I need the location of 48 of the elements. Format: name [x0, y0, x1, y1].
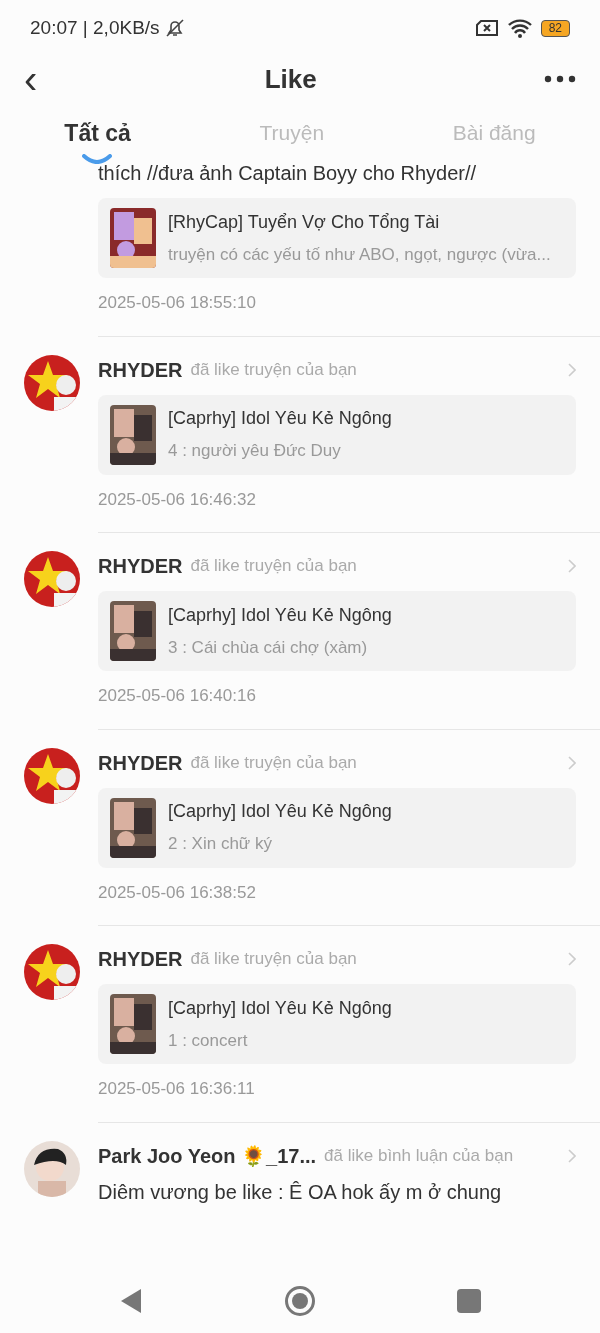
story-subtitle: 4 : người yêu Đức Duy — [168, 440, 342, 463]
status-time: 20:07 | 2,0KB/s — [30, 15, 160, 40]
tab-indicator — [82, 154, 113, 165]
comment-text: thích //đưa ảnh Captain Boyy cho Rhyder// — [98, 161, 478, 186]
back-button[interactable]: ‹ — [24, 59, 38, 99]
sim-icon — [474, 19, 499, 37]
story-title: [RhyCap] Tuyển Vợ Cho Tổng Tài — [168, 210, 441, 234]
story-card[interactable]: [Caprhy] Idol Yêu Kẻ Ngông 2 : Xin chữ ký — [98, 787, 576, 868]
action-text: đã like truyện của bạn — [190, 751, 358, 774]
timestamp: 2025-05-06 18:55:10 — [98, 292, 257, 314]
chevron-icon[interactable] — [568, 952, 576, 966]
user-name[interactable]: RHYDER — [98, 944, 183, 974]
story-subtitle: 1 : concert — [168, 1029, 249, 1052]
battery-icon: 82 — [540, 19, 570, 37]
story-title: [Caprhy] Idol Yêu Kẻ Ngông — [168, 996, 392, 1020]
user-name[interactable]: RHYDER — [98, 747, 183, 778]
chevron-icon[interactable] — [568, 559, 576, 573]
more-icon[interactable] — [544, 75, 576, 83]
story-subtitle: 2 : Xin chữ ký — [168, 833, 273, 856]
chevron-icon[interactable] — [568, 1148, 576, 1163]
action-text: đã like truyện của bạn — [190, 358, 358, 381]
timestamp: 2025-05-06 16:36:11 — [98, 1078, 256, 1100]
chevron-icon[interactable] — [568, 755, 576, 770]
story-card[interactable]: [Caprhy] Idol Yêu Kẻ Ngông 3 : Cái chùa cái chợ (xàm) — [98, 591, 576, 671]
tab[interactable]: Tất cả — [64, 115, 131, 151]
timestamp: 2025-05-06 16:46:32 — [98, 488, 257, 511]
story-card[interactable]: [RhyCap] Tuyển Vợ Cho Tổng Tài truyện có các yếu tố như ABO, ngọt, ngược (vừa... — [98, 198, 576, 278]
story-title: [Caprhy] Idol Yêu Kẻ Ngông — [168, 800, 392, 824]
comment-text: Diêm vương be like : Ê OA hok ấy m ở chung — [98, 1179, 503, 1205]
story-subtitle: truyện có các yếu tố như ABO, ngọt, ngược (vừa... — [168, 243, 551, 266]
home-nav-icon[interactable] — [284, 1285, 316, 1317]
chevron-icon[interactable] — [568, 362, 576, 377]
user-name[interactable]: RHYDER — [98, 354, 183, 385]
user-name[interactable]: RHYDER — [98, 551, 183, 581]
page-title: Like — [264, 62, 317, 96]
user-name[interactable]: Park Joo Yeon 🌻_17... — [98, 1140, 317, 1171]
action-text: đã like truyện của bạn — [190, 948, 358, 971]
story-card[interactable]: [Caprhy] Idol Yêu Kẻ Ngông 1 : concert — [98, 984, 576, 1064]
story-title: [Caprhy] Idol Yêu Kẻ Ngông — [168, 407, 392, 431]
timestamp: 2025-05-06 16:40:16 — [98, 685, 257, 707]
wifi-icon — [506, 18, 533, 38]
action-text: đã like bình luận của bạn — [324, 1144, 515, 1167]
action-text: đã like truyện của bạn — [190, 555, 358, 578]
story-card[interactable]: [Caprhy] Idol Yêu Kẻ Ngông 4 : người yêu Đức Duy — [98, 394, 576, 475]
story-subtitle: 3 : Cái chùa cái chợ (xàm) — [168, 636, 369, 659]
story-title: [Caprhy] Idol Yêu Kẻ Ngông — [168, 603, 392, 627]
timestamp: 2025-05-06 16:38:52 — [98, 881, 257, 904]
recents-nav-icon[interactable] — [457, 1289, 482, 1313]
